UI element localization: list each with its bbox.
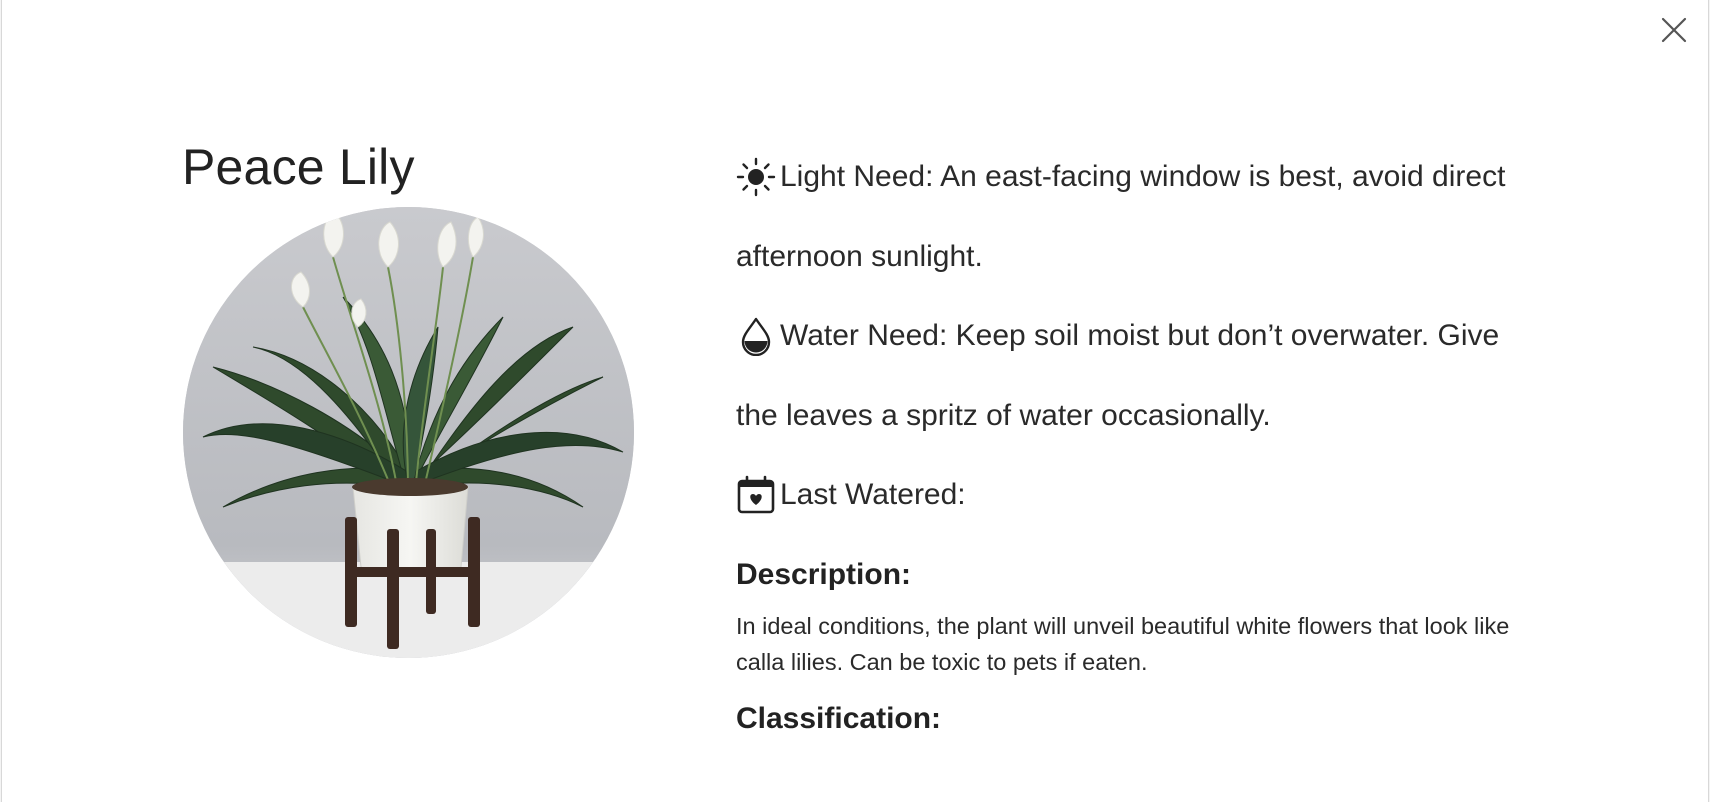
description-text: In ideal conditions, the plant will unve…	[736, 613, 1510, 675]
plant-detail-modal: Peace Lily Light Need: An east-facing wi…	[1, 0, 1709, 802]
close-button[interactable]	[1656, 12, 1692, 48]
last-watered-line: Last Watered:	[736, 475, 966, 515]
last-watered-label: Last Watered:	[780, 478, 966, 511]
description-heading: Description:	[736, 558, 912, 591]
light-need-line: Light Need: An east-facing window is bes…	[736, 157, 1505, 197]
water-need-line: Water Need: Keep soil moist but don’t ov…	[736, 316, 1499, 356]
classification-heading: Classification:	[736, 702, 942, 735]
plant-name-title: Peace Lily	[182, 139, 415, 195]
sun-icon	[736, 157, 776, 197]
calendar-heart-icon	[736, 475, 776, 515]
close-icon	[1661, 17, 1687, 43]
water-need-text: Water Need: Keep soil moist but don’t ov…	[780, 319, 1500, 352]
water-drop-icon	[736, 316, 776, 356]
plant-photo	[183, 207, 634, 658]
peace-lily-illustration	[183, 207, 634, 658]
light-need-line-2: afternoon sunlight.	[736, 240, 983, 273]
water-need-line-2: the leaves a spritz of water occasionall…	[736, 399, 1271, 432]
light-need-text: Light Need: An east-facing window is bes…	[780, 160, 1506, 193]
